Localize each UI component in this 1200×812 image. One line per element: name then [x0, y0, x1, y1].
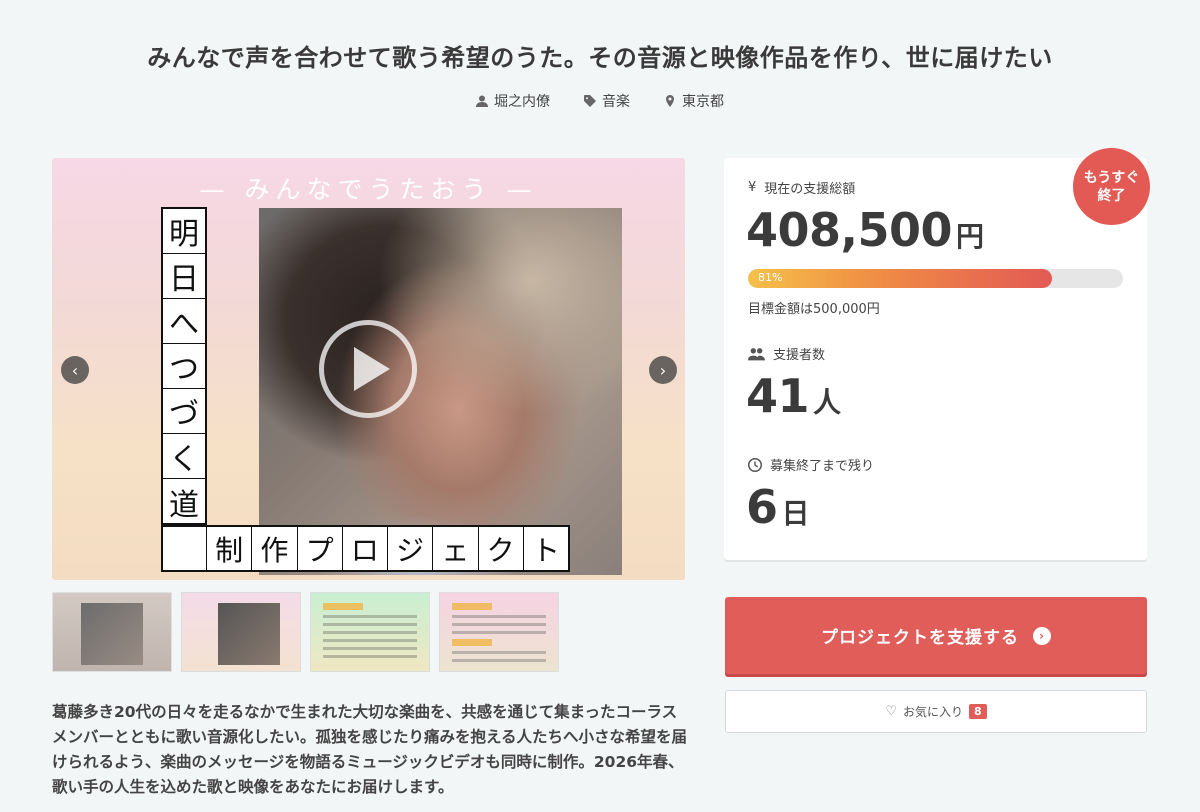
thumbnail-4[interactable] [439, 592, 559, 672]
vertical-title-char: 明 [163, 209, 205, 254]
visual-subtitle: — みんなでうたおう — [199, 175, 538, 204]
favorite-button[interactable]: ♡ お気に入り 8 [725, 690, 1147, 733]
support-project-button[interactable]: プロジェクトを支援する › [725, 597, 1147, 674]
horizontal-title-char: 制 [207, 527, 253, 570]
remaining-value: 6 [746, 480, 778, 534]
heart-icon: ♡ [885, 704, 897, 719]
horizontal-title-box: 制 作 プ ロ ジ ェ ク ト [161, 525, 570, 572]
vertical-title-char: く [163, 434, 205, 479]
clock-icon [748, 457, 762, 472]
vertical-title-char: 日 [163, 254, 205, 299]
vertical-title-char: づ [163, 389, 205, 434]
backers-value-row: 41 人 [746, 369, 841, 423]
amount-label: 現在の支援総額 [764, 182, 856, 197]
amount-value: 408,500 [746, 203, 953, 257]
project-description: 葛藤多き20代の日々を走るなかで生まれた大切な楽曲を、共感を通じて集まったコーラ… [52, 703, 688, 796]
vertical-title-char: へ [163, 299, 205, 344]
badge-line2: 終了 [1097, 187, 1126, 204]
goal-text: 目標金額は500,000円 [748, 302, 880, 317]
thumbnail-1[interactable] [52, 592, 172, 672]
remaining-unit: 日 [781, 497, 810, 530]
chevron-right-icon: › [659, 360, 667, 380]
horizontal-title-char: ト [531, 533, 560, 567]
owner-link[interactable]: 堀之内僚 [476, 91, 550, 111]
amount-label-row: ¥ 現在の支援総額 [748, 178, 855, 197]
backers-label: 支援者数 [773, 348, 826, 363]
favorite-count-badge: 8 [969, 704, 987, 719]
location-name: 東京都 [682, 94, 724, 110]
thumbnail-3[interactable] [310, 592, 430, 672]
backers-label-row: 支援者数 [748, 344, 825, 363]
thumbnail-strip [52, 592, 559, 672]
project-meta: 堀之内僚 音楽 東京都 [0, 91, 1200, 111]
yen-icon: ¥ [748, 180, 757, 195]
next-slide-button[interactable]: › [649, 356, 677, 384]
user-icon [476, 95, 488, 107]
chevron-left-icon: ‹ [71, 360, 79, 380]
vertical-title-char: 道 [169, 487, 199, 523]
category-link[interactable]: 音楽 [584, 91, 630, 111]
amount-value-row: 408,500 円 [746, 203, 984, 257]
remaining-label: 募集終了まで残り [770, 459, 875, 474]
horizontal-title-char: ェ [433, 527, 479, 570]
prev-slide-button[interactable]: ‹ [61, 356, 89, 384]
thumbnail-2[interactable] [181, 592, 301, 672]
horizontal-title-char: 作 [252, 527, 298, 570]
favorite-label: お気に入り [902, 705, 963, 719]
vertical-title-char: つ [163, 344, 205, 389]
support-button-label: プロジェクトを支援する [821, 628, 1019, 648]
play-video-button[interactable] [319, 320, 417, 418]
category-name: 音楽 [602, 94, 630, 110]
horizontal-title-char: ジ [388, 527, 434, 570]
funding-progress-bar [748, 269, 1123, 288]
backers-value: 41 [746, 369, 810, 423]
ending-soon-badge: もうすぐ 終了 [1073, 148, 1150, 225]
amount-unit: 円 [956, 220, 985, 253]
singer-photo [259, 208, 622, 575]
play-icon [354, 347, 390, 391]
backers-unit: 人 [813, 386, 842, 419]
location-pin-icon [666, 95, 674, 107]
vertical-title-box: 明 日 へ つ づ く 道 [161, 207, 207, 525]
progress-fill [748, 269, 1052, 288]
remaining-label-row: 募集終了まで残り [748, 455, 874, 474]
remaining-value-row: 6 日 [746, 480, 810, 534]
arrow-right-circle-icon: › [1033, 626, 1051, 645]
project-title: みんなで声を合わせて歌う希望のうた。その音源と映像作品を作り、世に届けたい [147, 44, 1053, 72]
location-link[interactable]: 東京都 [664, 91, 724, 111]
people-icon [748, 347, 765, 360]
horizontal-title-char: ク [479, 527, 524, 570]
horizontal-title-char: プ [298, 527, 343, 570]
tag-icon [584, 95, 596, 107]
owner-name: 堀之内僚 [494, 94, 550, 110]
progress-percent-label: 81% [758, 271, 783, 284]
badge-line1: もうすぐ [1083, 169, 1140, 186]
horizontal-title-char: ロ [343, 527, 388, 570]
